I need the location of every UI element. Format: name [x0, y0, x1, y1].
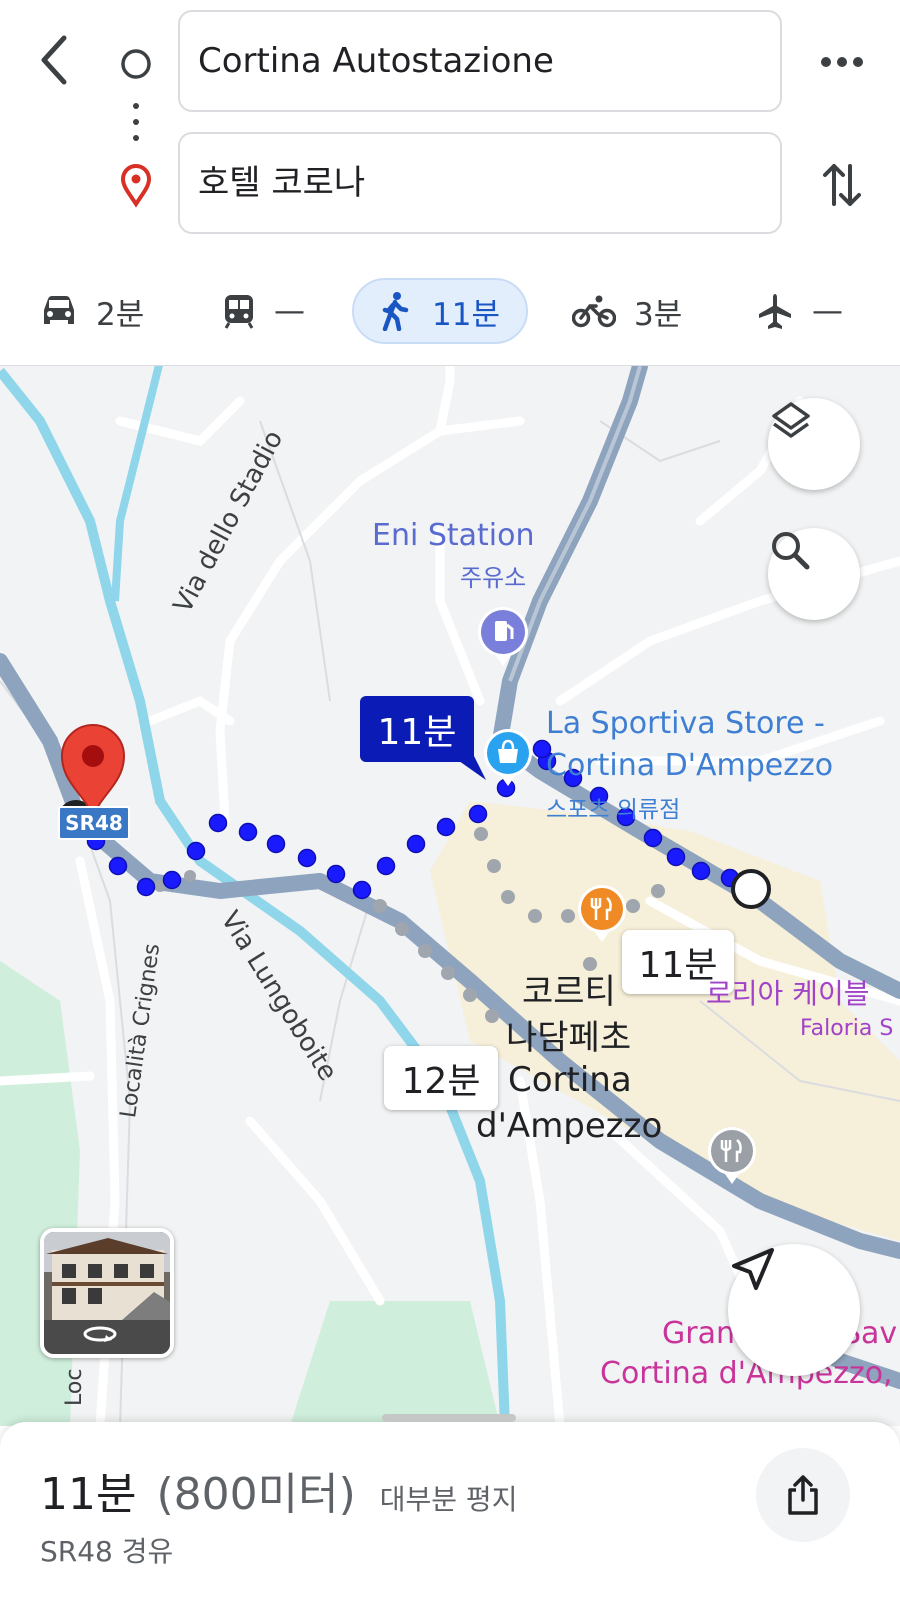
more-dots-icon — [821, 57, 863, 67]
origin-circle-icon — [121, 49, 151, 79]
poi-name-sportiva-line2: Cortina D'Ampezzo — [546, 748, 834, 783]
bicycle-icon — [572, 295, 616, 328]
origin-input[interactable]: Cortina Autostazione — [178, 10, 782, 112]
sheet-drag-handle[interactable] — [382, 1414, 516, 1422]
route-terrain: 대부분 평지 — [379, 1483, 518, 1516]
share-button[interactable] — [756, 1448, 850, 1542]
swap-arrows-icon — [823, 164, 861, 206]
share-icon — [788, 1475, 818, 1515]
route-summary-line: 11분 (800미터) 대부분 평지 — [40, 1458, 517, 1522]
park-area — [290, 1301, 500, 1426]
shopping-bag-icon[interactable] — [482, 728, 534, 788]
map-view[interactable]: Via dello Stadio Via Lungoboite Località… — [0, 365, 900, 1426]
poi-name-sportiva-line1: La Sportiva Store - — [546, 706, 825, 741]
gas-station-icon[interactable] — [476, 606, 530, 668]
search-icon — [772, 532, 810, 570]
mode-label: — — [274, 293, 305, 329]
town-label-line1: Cortina — [508, 1060, 632, 1100]
route-summary-sheet[interactable]: 11분 (800미터) 대부분 평지 SR48 경유 — [0, 1414, 900, 1602]
poi-name-grand-line2: Cortina d'Ampezzo, — [600, 1356, 893, 1391]
town-label-line2: d'Ampezzo — [476, 1106, 663, 1146]
poi-name-faloria-korean: 로리아 케이블 — [706, 977, 870, 1010]
directions-header: Cortina Autostazione 호텔 코로나 2분 — 11분 3분 … — [0, 0, 900, 365]
mode-label: 11분 — [432, 296, 500, 333]
mode-label: 2분 — [96, 296, 145, 333]
back-arrow-icon — [41, 35, 67, 85]
walk-icon — [382, 292, 409, 331]
mode-tab-transit[interactable]: — — [222, 278, 322, 344]
road-label-localita-crignes-partial: Loc — [62, 1368, 87, 1406]
mode-label: — — [812, 293, 843, 329]
transit-icon — [224, 295, 254, 329]
destination-pin-icon — [120, 164, 152, 208]
route-start-marker — [731, 869, 771, 909]
town-label-korean-line1: 코르티 — [522, 972, 616, 1012]
mode-tab-walking[interactable]: 11분 — [352, 278, 528, 344]
poi-category-eni-station: 주유소 — [460, 564, 527, 592]
mode-tab-cycling[interactable]: 3분 — [572, 278, 692, 344]
river-branch — [111, 366, 163, 602]
restaurant-icon[interactable] — [576, 884, 628, 944]
back-button[interactable] — [22, 24, 86, 96]
route-dots-icon — [133, 103, 139, 141]
layers-icon — [772, 402, 810, 438]
swap-button[interactable] — [806, 150, 878, 220]
destination-pin-icon[interactable] — [58, 722, 128, 818]
street-view-thumbnail[interactable] — [40, 1228, 174, 1358]
route-via: SR48 경유 — [40, 1535, 174, 1568]
rotate-360-icon — [83, 1326, 117, 1342]
restaurant-icon[interactable] — [706, 1126, 758, 1186]
alt-route-time-bubble[interactable]: 12분 — [384, 1046, 498, 1110]
poi-category-sportiva: 스포츠 의류점 — [546, 797, 681, 823]
car-icon — [44, 296, 74, 324]
mode-tab-flights[interactable]: — — [756, 278, 866, 344]
layers-button[interactable] — [768, 398, 860, 490]
destination-input[interactable]: 호텔 코로나 — [178, 132, 782, 234]
mode-label: 3분 — [634, 296, 683, 333]
flight-icon — [759, 294, 791, 329]
more-options-button[interactable] — [806, 36, 878, 88]
poi-name-faloria: Faloria S — [800, 1016, 894, 1041]
route-duration-badge: 11분 — [360, 696, 474, 762]
poi-name-eni-station: Eni Station — [372, 518, 535, 553]
mode-tab-driving[interactable]: 2분 — [40, 278, 170, 344]
start-navigation-button[interactable] — [728, 1244, 860, 1376]
highway-shield-sr48: SR48 — [58, 806, 130, 840]
town-label-korean-line2: 나담페초 — [506, 1018, 632, 1058]
navigation-arrow-icon — [732, 1248, 774, 1290]
search-along-route-button[interactable] — [768, 528, 860, 620]
route-distance: (800미터) — [156, 1469, 356, 1520]
route-duration: 11분 — [40, 1469, 137, 1520]
